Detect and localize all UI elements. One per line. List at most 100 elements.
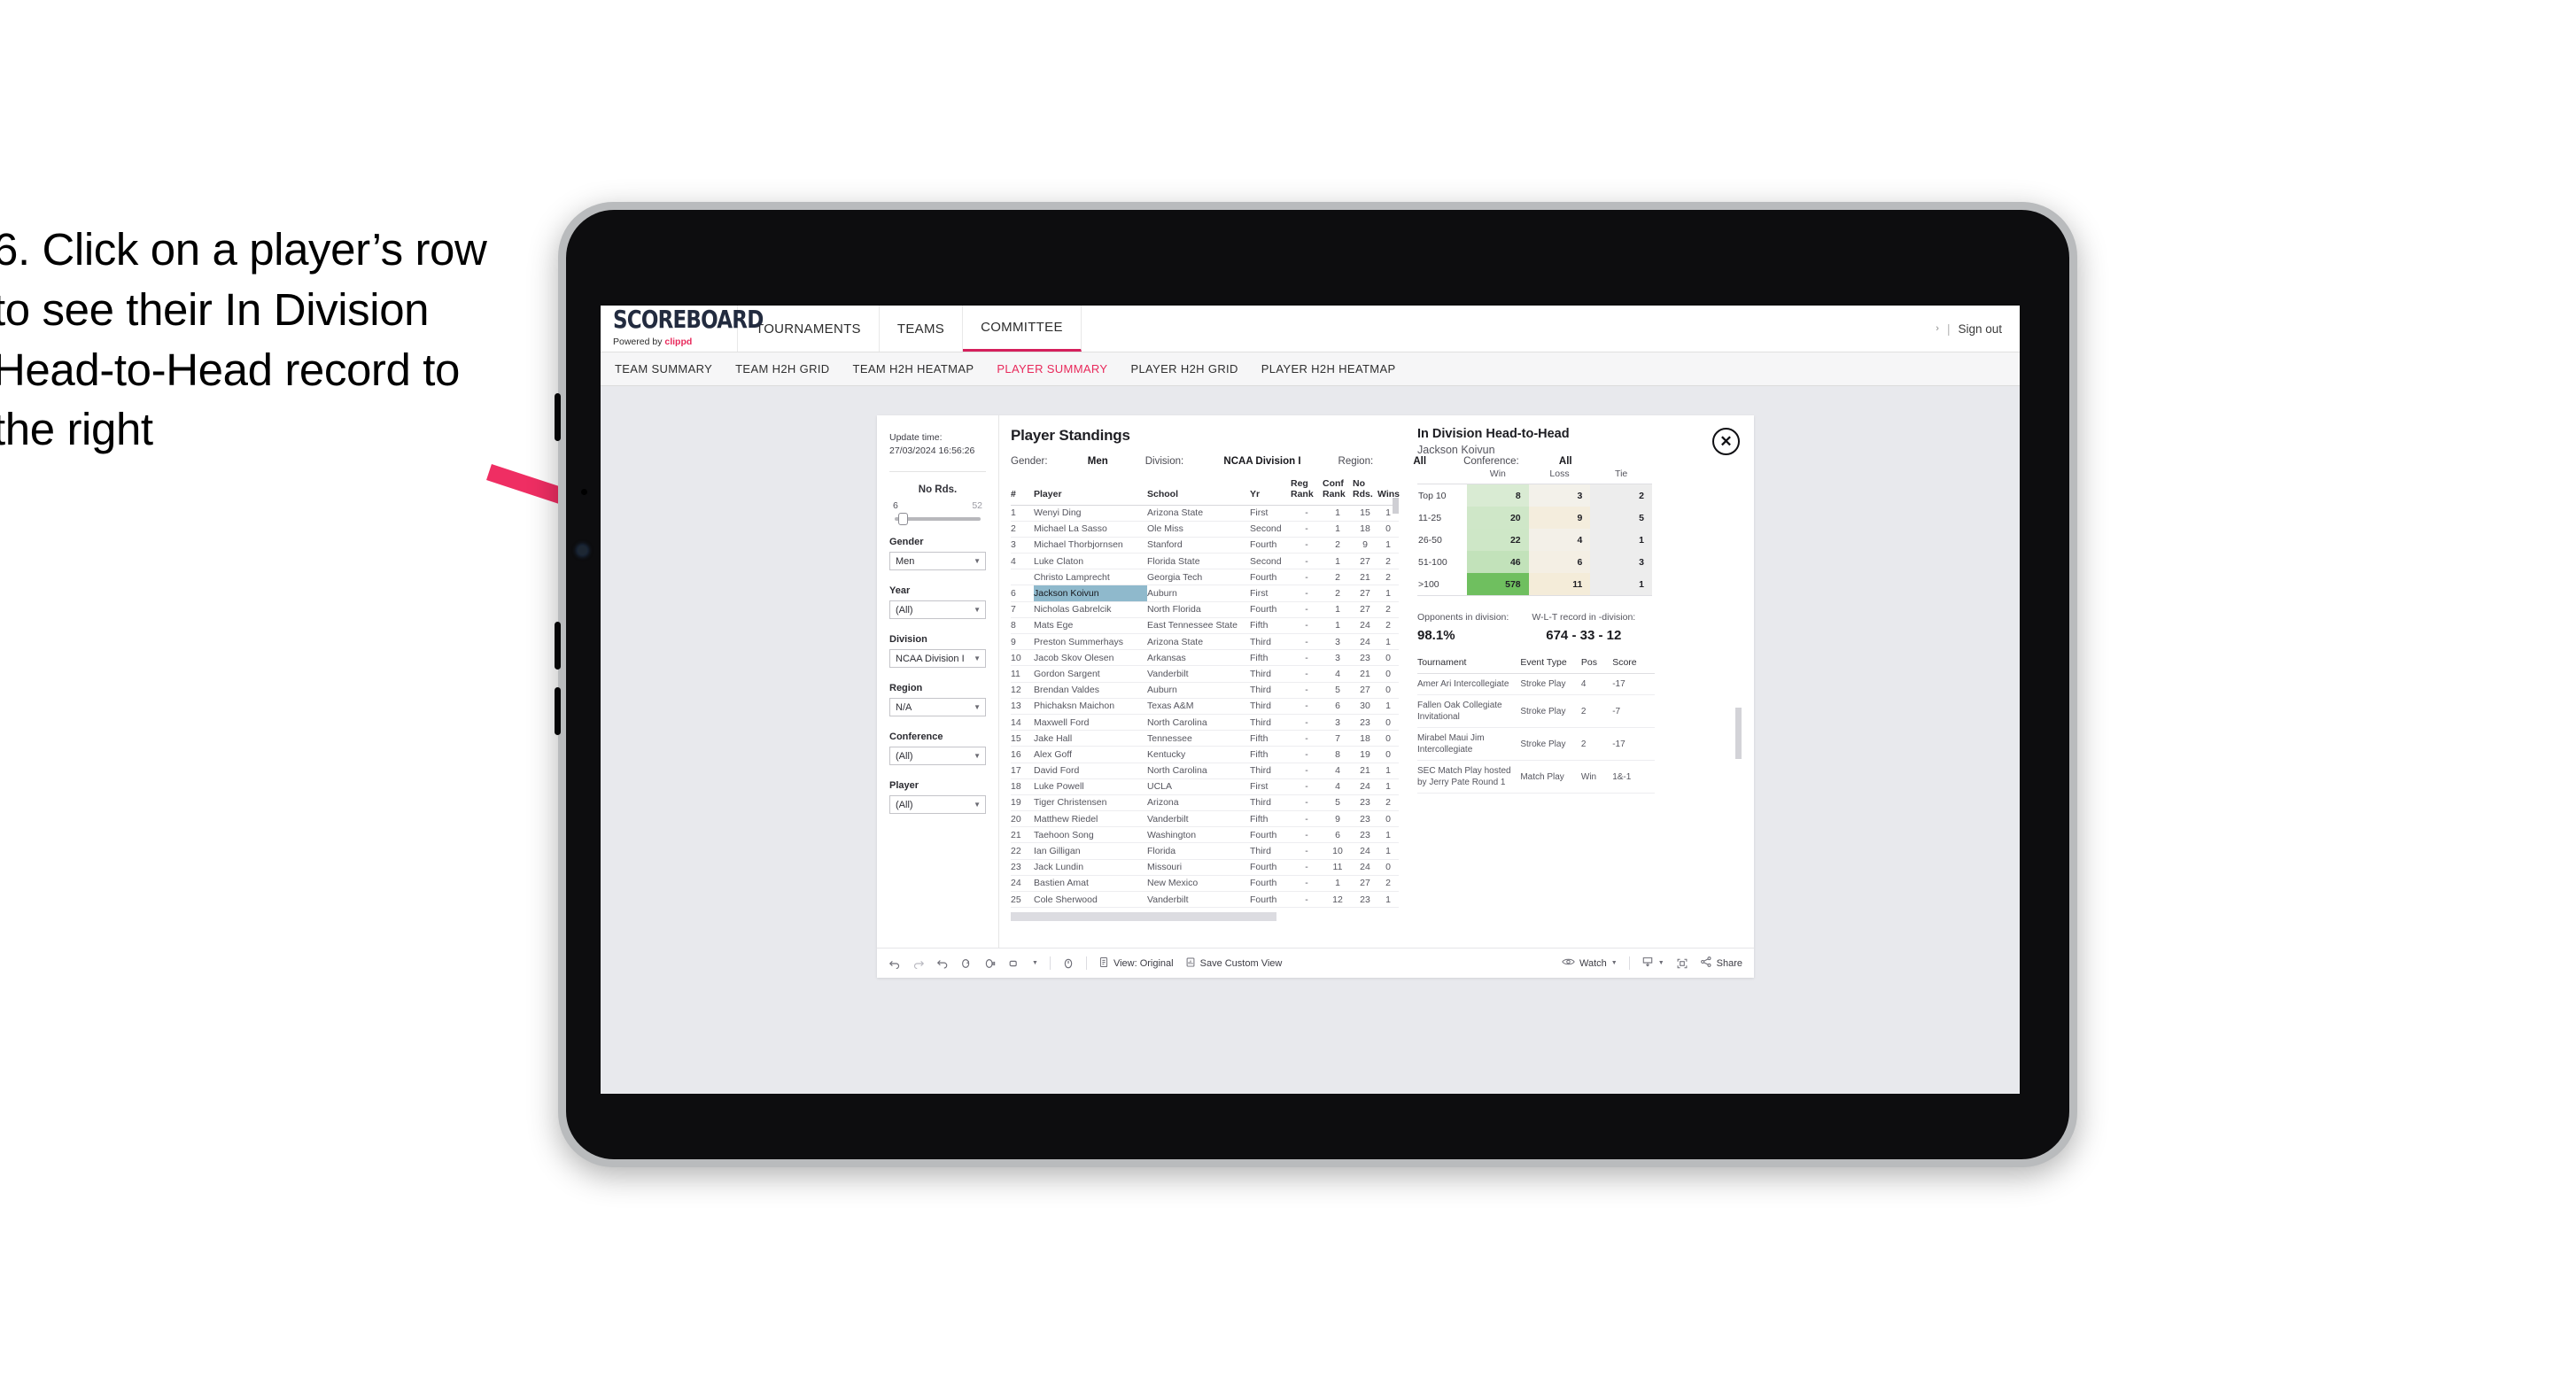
- list-item[interactable]: SEC Match Play hosted by Jerry Pate Roun…: [1417, 760, 1655, 794]
- list-item[interactable]: Fallen Oak Collegiate Invitational Stroke…: [1417, 694, 1655, 728]
- table-row[interactable]: 24 Bastien Amat New Mexico Fourth -1 27 2: [1011, 875, 1399, 893]
- col-tournament[interactable]: Tournament: [1417, 657, 1521, 674]
- table-row[interactable]: 4 Luke Claton Florida State Second -1 27 2: [1011, 553, 1399, 570]
- cell-yr: Second: [1250, 553, 1291, 570]
- standings-vertical-scrollbar[interactable]: [1393, 498, 1399, 514]
- toolbar-divider: [1628, 956, 1630, 970]
- tab-team-h2h-heatmap[interactable]: TEAM H2H HEATMAP: [853, 362, 974, 376]
- update-time: Update time: 27/03/2024 16:56:26: [889, 431, 986, 458]
- cell-rds: 23: [1353, 891, 1377, 909]
- table-row[interactable]: 12 Brendan Valdes Auburn Third -5 27 0: [1011, 682, 1399, 699]
- share-button[interactable]: Share: [1700, 956, 1742, 971]
- table-row[interactable]: 18 Luke Powell UCLA First -4 24 1: [1011, 778, 1399, 795]
- table-row[interactable]: 6 Jackson Koivun Auburn First -2 27 1: [1011, 585, 1399, 602]
- share-icon: [1700, 956, 1712, 971]
- table-row[interactable]: 7 Nicholas Gabrelcik North Florida Fourth -1…: [1011, 601, 1399, 618]
- cell-rds: 23: [1353, 810, 1377, 828]
- filter-region-select[interactable]: N/A ▼: [889, 698, 986, 717]
- close-icon[interactable]: ✕: [1712, 428, 1740, 455]
- standings-table-head: # Player School Yr Reg Rank Conf Rank No Rd…: [1011, 478, 1400, 506]
- tab-player-summary[interactable]: PLAYER SUMMARY: [997, 362, 1107, 376]
- col-conf-rank[interactable]: Conf Rank: [1323, 478, 1353, 506]
- undo-icon[interactable]: [888, 957, 901, 970]
- chevron-down-icon: ▼: [974, 654, 981, 663]
- fullscreen-icon[interactable]: [1676, 957, 1688, 970]
- filter-year-select[interactable]: (All) ▼: [889, 600, 986, 620]
- redo-icon[interactable]: [912, 957, 925, 970]
- cell-player: Michael Thorbjornsen: [1034, 537, 1147, 554]
- col-score[interactable]: Score: [1612, 657, 1655, 674]
- table-row[interactable]: 3 Michael Thorbjornsen Stanford Fourth -2 9 1: [1011, 537, 1399, 554]
- table-row[interactable]: 9 Preston Summerhays Arizona State Third -3 2…: [1011, 633, 1399, 651]
- table-row[interactable]: Christo Lamprecht Georgia Tech Fourth -2 21 2: [1011, 569, 1399, 586]
- table-row[interactable]: 20 Matthew Riedel Vanderbilt Fifth -9 23 0: [1011, 810, 1399, 828]
- table-row[interactable]: 21 Taehoon Song Washington Fourth -6 23 1: [1011, 826, 1399, 844]
- list-item[interactable]: Mirabel Maui Jim Intercollegiate Stroke P…: [1417, 727, 1655, 761]
- table-row[interactable]: 15 Jake Hall Tennessee Fifth -7 18 0: [1011, 730, 1399, 747]
- h2h-cell-loss: 6: [1528, 551, 1591, 573]
- h2h-matrix-table: Win Loss Tie Top 10 8 3 2 11-25 20 9 5 26-50 22 4 1…: [1417, 468, 1652, 596]
- cell-school: Arizona State: [1147, 505, 1250, 522]
- h2h-cell-tie: 1: [1590, 529, 1652, 551]
- cell-rds: 24: [1353, 778, 1377, 795]
- table-row[interactable]: 23 Jack Lundin Missouri Fourth -11 24 0: [1011, 859, 1399, 876]
- table-row[interactable]: 17 David Ford North Carolina Third -4 21 1: [1011, 763, 1399, 779]
- cell-reg: -: [1291, 553, 1323, 570]
- save-custom-view-button[interactable]: Save Custom View: [1185, 956, 1282, 971]
- slider-handle[interactable]: [898, 513, 908, 526]
- list-item[interactable]: Amer Ari Intercollegiate Stroke Play 4 -17: [1417, 673, 1655, 695]
- view-original-button[interactable]: View: Original: [1098, 956, 1174, 971]
- sign-out-button[interactable]: Sign out: [1958, 322, 2002, 336]
- side-button-volume-up[interactable]: [555, 393, 561, 441]
- filter-conference-select[interactable]: (All) ▼: [889, 747, 986, 766]
- col-event-type[interactable]: Event Type: [1520, 657, 1581, 674]
- col-pos[interactable]: Pos: [1580, 657, 1613, 674]
- app-logo[interactable]: SCOREBOARD Powered by clippd: [601, 306, 764, 352]
- tab-player-h2h-grid[interactable]: PLAYER H2H GRID: [1130, 362, 1238, 376]
- table-row[interactable]: 25 Cole Sherwood Vanderbilt Fourth -12 23 1: [1011, 891, 1399, 909]
- table-row[interactable]: 16 Alex Goff Kentucky Fifth -8 19 0: [1011, 746, 1399, 763]
- table-row[interactable]: 10 Jacob Skov Olesen Arkansas Fifth -3 23 0: [1011, 649, 1399, 667]
- watch-button[interactable]: Watch ▼: [1562, 956, 1618, 970]
- table-row[interactable]: 2 Michael La Sasso Ole Miss Second -1 18 0: [1011, 521, 1399, 538]
- visualization-container: Update time: 27/03/2024 16:56:26 No Rds.…: [877, 415, 1754, 978]
- cell-yr: Third: [1250, 794, 1291, 812]
- filter-division-select[interactable]: NCAA Division I ▼: [889, 649, 986, 669]
- filter-gender-select[interactable]: Men ▼: [889, 552, 986, 571]
- filter-player-select[interactable]: (All) ▼: [889, 795, 986, 815]
- new-worksheet-icon[interactable]: [1008, 957, 1020, 970]
- nav-item-committee[interactable]: COMMITTEE: [963, 306, 1082, 352]
- account-chevron-icon[interactable]: ›: [1936, 323, 1939, 334]
- revert-icon[interactable]: [936, 957, 949, 970]
- tab-player-h2h-heatmap[interactable]: PLAYER H2H HEATMAP: [1261, 362, 1396, 376]
- tab-team-h2h-grid[interactable]: TEAM H2H GRID: [735, 362, 829, 376]
- refresh-icon[interactable]: [960, 957, 973, 970]
- pause-icon[interactable]: [1062, 957, 1075, 970]
- table-row[interactable]: 19 Tiger Christensen Arizona Third -5 23 2: [1011, 794, 1399, 812]
- no-rounds-slider[interactable]: [895, 513, 981, 526]
- col-school[interactable]: School: [1147, 479, 1250, 506]
- side-button-power[interactable]: [555, 687, 561, 735]
- nav-item-teams[interactable]: TEAMS: [880, 306, 964, 352]
- table-row[interactable]: 8 Mats Ege East Tennessee State Fifth -1 24 2: [1011, 617, 1399, 635]
- h2h-row-label: 51-100: [1417, 551, 1467, 573]
- col-reg-rank[interactable]: Reg Rank: [1291, 478, 1323, 506]
- pause-auto-update-icon[interactable]: [984, 957, 997, 970]
- col-rank[interactable]: #: [1011, 479, 1034, 506]
- chevron-down-icon[interactable]: ▼: [1032, 960, 1038, 966]
- col-no-rds[interactable]: No Rds.: [1353, 478, 1377, 506]
- table-row[interactable]: 22 Ian Gilligan Florida Third -10 24 1: [1011, 842, 1399, 860]
- filter-player: Player (All) ▼: [889, 780, 986, 815]
- cell-tournament: Fallen Oak Collegiate Invitational: [1417, 694, 1521, 728]
- events-scrollbar[interactable]: [1735, 708, 1742, 759]
- side-button-volume-down[interactable]: [555, 622, 561, 670]
- tab-team-summary[interactable]: TEAM SUMMARY: [615, 362, 712, 376]
- table-row[interactable]: 14 Maxwell Ford North Carolina Third -3 23 0: [1011, 714, 1399, 732]
- col-player[interactable]: Player: [1034, 479, 1147, 506]
- table-row[interactable]: 13 Phichaksn Maichon Texas A&M Third -6 30 1: [1011, 698, 1399, 715]
- standings-horizontal-scrollbar[interactable]: [1011, 912, 1276, 922]
- table-row[interactable]: 1 Wenyi Ding Arizona State First -1 15 1: [1011, 505, 1399, 522]
- col-yr[interactable]: Yr: [1250, 479, 1291, 506]
- download-button[interactable]: ▼: [1641, 956, 1664, 971]
- table-row[interactable]: 11 Gordon Sargent Vanderbilt Third -4 21 0: [1011, 665, 1399, 683]
